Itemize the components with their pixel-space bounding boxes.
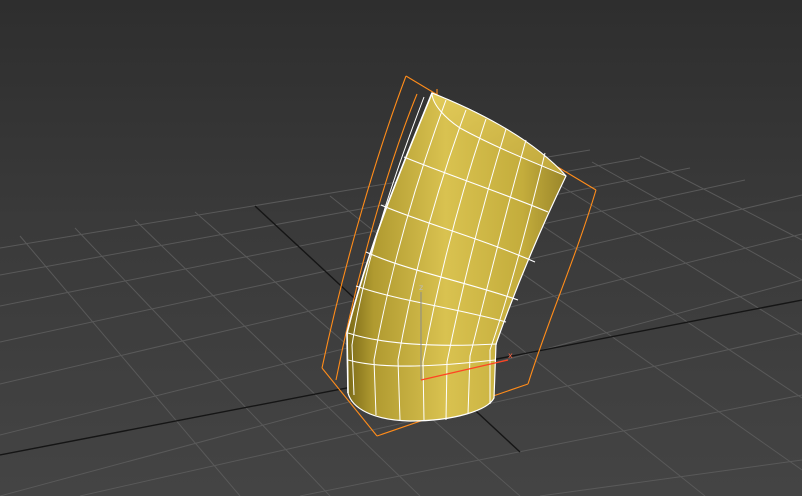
gizmo-z-label: z — [419, 283, 423, 292]
gizmo-x-label: x — [508, 351, 513, 360]
viewport-scene[interactable]: z x — [0, 0, 802, 496]
3d-viewport[interactable]: z x — [0, 0, 802, 496]
